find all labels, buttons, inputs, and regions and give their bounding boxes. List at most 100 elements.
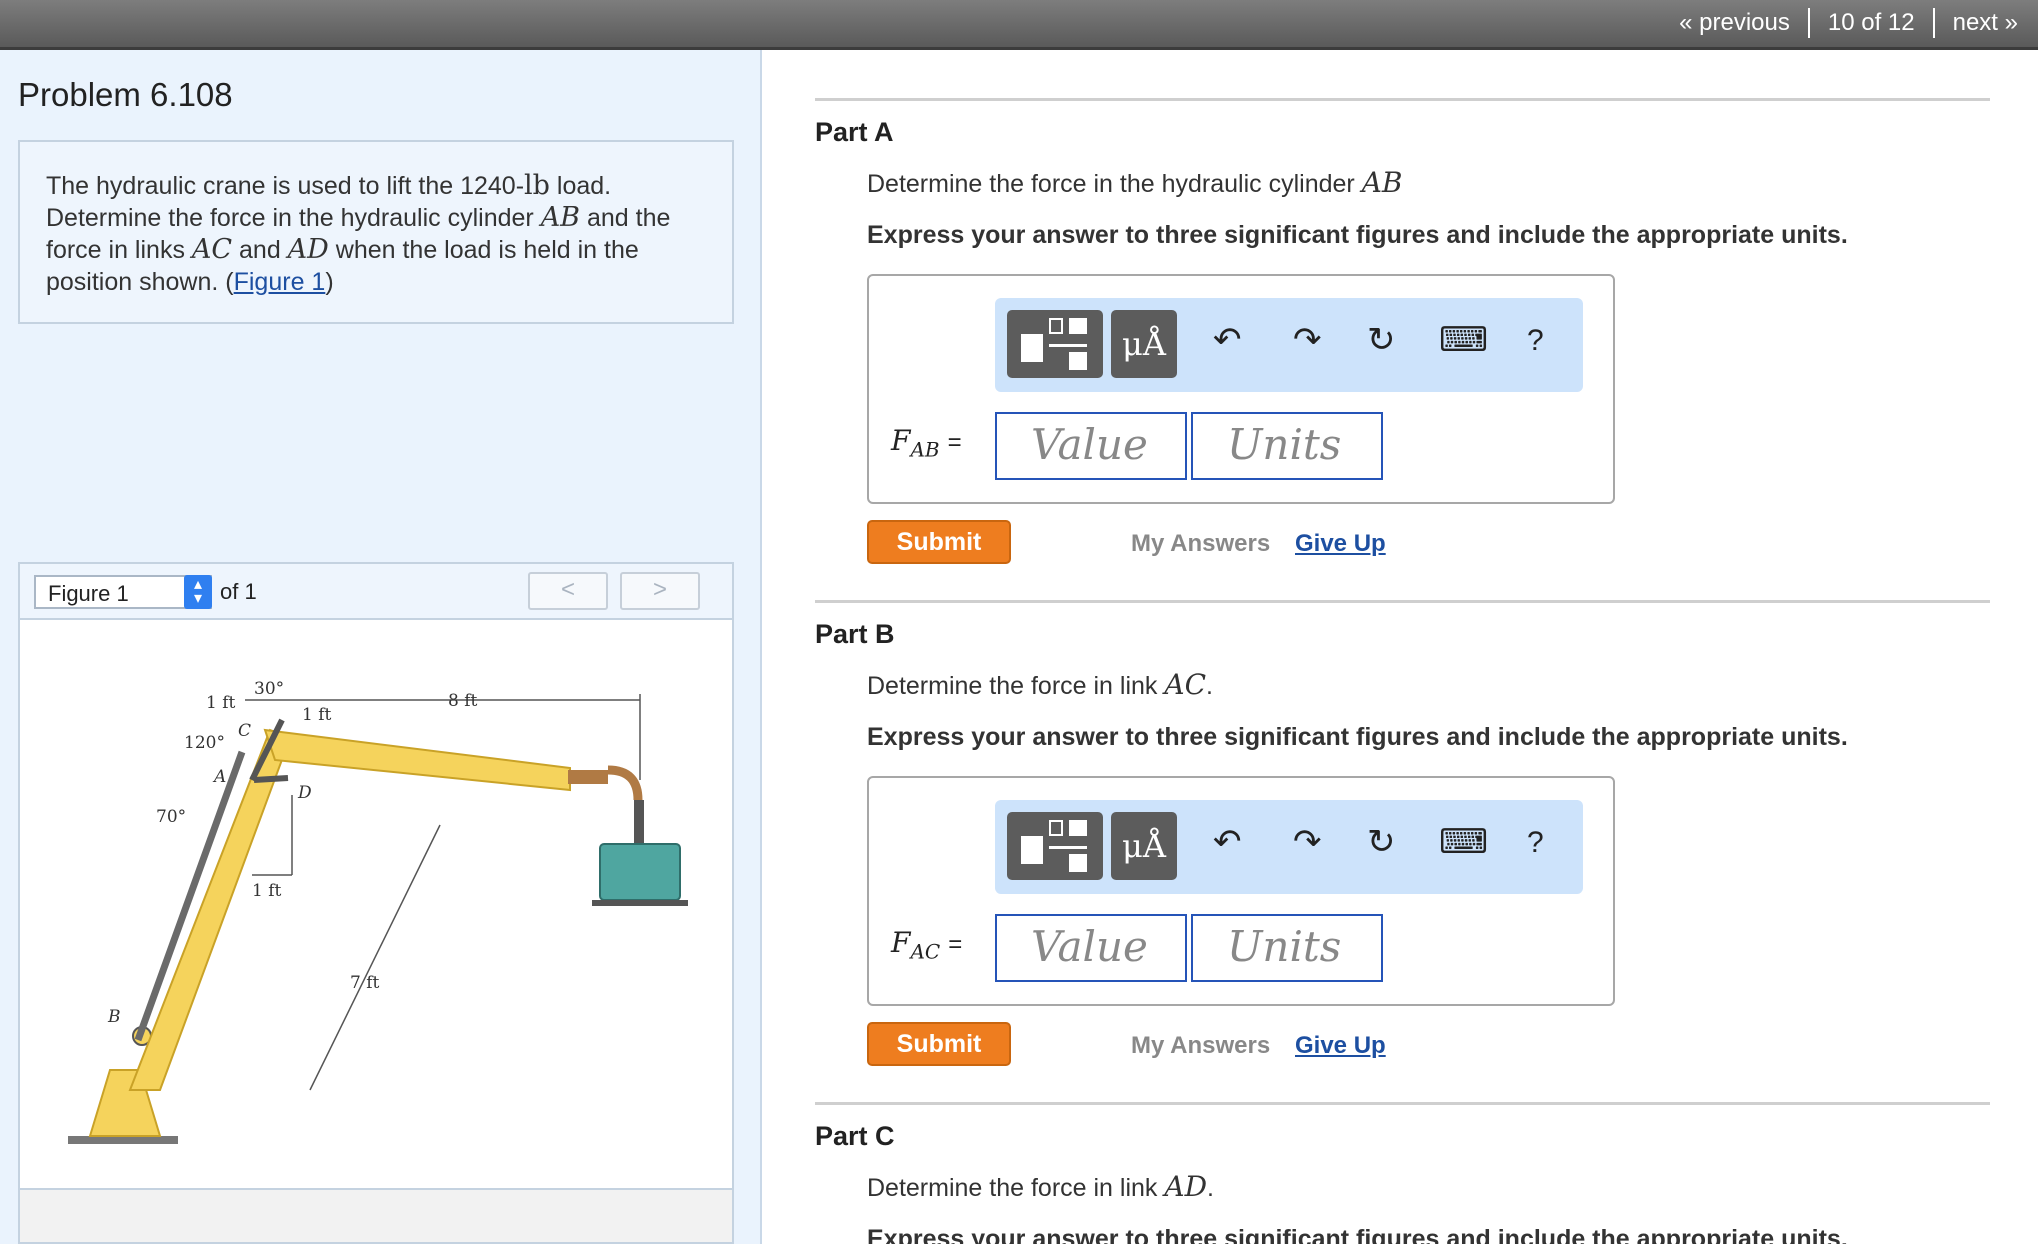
- hook-arm: [607, 765, 643, 801]
- label-1ft: 1 ft: [206, 693, 236, 713]
- equals-sign: =: [947, 429, 962, 456]
- give-up-link[interactable]: Give Up: [1295, 530, 1386, 558]
- question-math: AC: [1164, 668, 1207, 701]
- equals-sign: =: [948, 931, 963, 958]
- question-text: .: [1206, 672, 1213, 700]
- figure-select-value: Figure 1: [48, 581, 129, 606]
- statement-text: and: [232, 236, 288, 264]
- previous-link[interactable]: « previous: [1679, 9, 1790, 37]
- upper-boom: [263, 728, 571, 792]
- help-icon[interactable]: ?: [1527, 324, 1544, 358]
- next-link[interactable]: next »: [1953, 9, 2018, 37]
- top-bar: « previous 10 of 12 next »: [0, 0, 2038, 50]
- statement-text: The hydraulic crane is used to lift the …: [46, 172, 525, 200]
- template-button[interactable]: [1007, 812, 1103, 880]
- figure-link[interactable]: Figure 1: [234, 268, 326, 296]
- undo-icon[interactable]: ↶: [1213, 822, 1242, 862]
- divider: [815, 98, 1990, 101]
- statement-text: ): [325, 268, 334, 296]
- var-subscript: AB: [910, 437, 940, 462]
- question-math: AB: [1361, 166, 1403, 199]
- redo-icon[interactable]: ↷: [1293, 320, 1322, 360]
- label-1ft: 1 ft: [302, 705, 332, 725]
- label-120deg: 120°: [184, 733, 225, 753]
- force-label: FAC =: [891, 926, 962, 964]
- statement-text: position shown. (: [46, 268, 234, 296]
- question-text: Determine the force in link: [867, 672, 1165, 700]
- label-70deg: 70°: [156, 807, 186, 827]
- part-instruction: Express your answer to three significant…: [867, 723, 1848, 751]
- figure-prev-button[interactable]: <: [528, 572, 608, 610]
- keyboard-icon[interactable]: ⌨: [1439, 822, 1488, 862]
- figure-footer: [20, 1190, 732, 1242]
- statement-math: AB: [540, 202, 581, 233]
- units-button[interactable]: μÅ: [1111, 812, 1177, 880]
- ground: [68, 1136, 178, 1144]
- part-title: Part B: [815, 619, 895, 649]
- dim-7ft: [309, 824, 441, 1091]
- math-toolbar: μÅ ↶ ↷ ↻ ⌨ ?: [995, 800, 1583, 894]
- label-d: D: [297, 783, 312, 803]
- statement-text: Determine the force in the hydraulic cyl…: [46, 204, 541, 232]
- value-input[interactable]: Value: [995, 412, 1187, 480]
- figure-select[interactable]: Figure 1 ▴ ▾: [34, 575, 212, 609]
- var-symbol: F: [891, 424, 911, 457]
- question-text: .: [1207, 1174, 1214, 1202]
- problem-statement: The hydraulic crane is used to lift the …: [18, 140, 734, 324]
- figure-viewer: Figure 1 ▴ ▾ of 1 < > 30° 1 ft 1 ft 8 ft…: [18, 562, 734, 1244]
- help-icon[interactable]: ?: [1527, 826, 1544, 860]
- problem-title: Problem 6.108: [18, 76, 233, 113]
- question-math: AD: [1164, 1170, 1208, 1203]
- figure-image: 30° 1 ft 1 ft 8 ft 120° C A D 70° 1 ft 7…: [20, 620, 732, 1190]
- hook: [634, 800, 644, 844]
- part-title: Part C: [815, 1121, 895, 1151]
- my-answers-link[interactable]: My Answers: [1131, 1032, 1270, 1060]
- question-text: Determine the force in the hydraulic cyl…: [867, 170, 1362, 198]
- pagination: « previous 10 of 12 next »: [1679, 8, 2018, 38]
- question-text: Determine the force in link: [867, 1174, 1165, 1202]
- part-a: Part A Determine the force in the hydrau…: [815, 98, 1995, 564]
- undo-icon[interactable]: ↶: [1213, 320, 1242, 360]
- figure-toolbar: Figure 1 ▴ ▾ of 1 < >: [20, 564, 732, 620]
- my-answers-link[interactable]: My Answers: [1131, 530, 1270, 558]
- template-button[interactable]: [1007, 310, 1103, 378]
- part-instruction: Express your answer to three significant…: [867, 221, 1848, 249]
- reset-icon[interactable]: ↻: [1367, 320, 1396, 360]
- load-block: [599, 843, 681, 901]
- answer-box: μÅ ↶ ↷ ↻ ⌨ ? FAB = Value Units: [867, 274, 1615, 504]
- statement-text: when the load is held in the: [328, 236, 639, 264]
- lower-boom: [128, 728, 292, 1091]
- statement-math: AC: [191, 234, 233, 265]
- boom-tip: [568, 770, 608, 784]
- submit-button[interactable]: Submit: [867, 520, 1011, 564]
- label-30deg: 30°: [254, 679, 284, 699]
- keyboard-icon[interactable]: ⌨: [1439, 320, 1488, 360]
- give-up-link[interactable]: Give Up: [1295, 1032, 1386, 1060]
- reset-icon[interactable]: ↻: [1367, 822, 1396, 862]
- crane-diagram: 30° 1 ft 1 ft 8 ft 120° C A D 70° 1 ft 7…: [68, 679, 688, 1144]
- label-1ft: 1 ft: [252, 881, 282, 901]
- part-instruction: Express your answer to three significant…: [867, 1225, 1848, 1244]
- label-a: A: [212, 767, 226, 787]
- units-input[interactable]: Units: [1191, 412, 1383, 480]
- problem-panel: Problem 6.108 The hydraulic crane is use…: [0, 50, 762, 1244]
- value-input[interactable]: Value: [995, 914, 1187, 982]
- statement-text: load.: [549, 172, 612, 200]
- redo-icon[interactable]: ↷: [1293, 822, 1322, 862]
- figure-count: of 1: [220, 579, 257, 604]
- units-input[interactable]: Units: [1191, 914, 1383, 982]
- figure-next-button[interactable]: >: [620, 572, 700, 610]
- label-8ft: 8 ft: [448, 691, 478, 711]
- units-button[interactable]: μÅ: [1111, 310, 1177, 378]
- divider: [815, 600, 1990, 603]
- part-question: Determine the force in link AC.: [867, 668, 1995, 701]
- label-b: B: [107, 1007, 121, 1027]
- submit-button[interactable]: Submit: [867, 1022, 1011, 1066]
- part-b: Part B Determine the force in link AC. E…: [815, 600, 1995, 1066]
- statement-unit: lb: [524, 170, 550, 201]
- divider: [815, 1102, 1990, 1105]
- statement-text: force in links: [46, 236, 192, 264]
- link-ad: [253, 775, 289, 783]
- part-title: Part A: [815, 117, 894, 147]
- math-toolbar: μÅ ↶ ↷ ↻ ⌨ ?: [995, 298, 1583, 392]
